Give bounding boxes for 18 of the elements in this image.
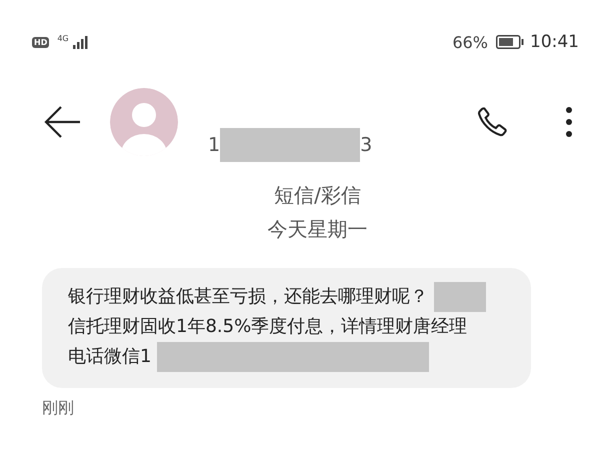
signal-icon <box>72 35 89 49</box>
clock: 10:41 <box>530 32 579 52</box>
back-arrow-icon[interactable] <box>44 105 82 139</box>
hd-badge: HD <box>32 36 50 48</box>
phone-icon[interactable] <box>475 105 509 139</box>
network-label: 4G <box>57 34 69 43</box>
message-line: 电话微信1 <box>68 345 152 369</box>
message-line: 信托理财固收1年8.5%季度付息，详情理财唐经理 <box>68 315 468 339</box>
contact-number: 3 <box>360 134 372 156</box>
more-icon[interactable] <box>565 106 573 138</box>
thread-type: 短信/彩信 <box>273 182 362 209</box>
battery-percent: 66% <box>452 32 488 52</box>
battery-icon <box>496 35 524 49</box>
contact-number: 1 <box>208 134 220 156</box>
thread-date: 今天星期一 <box>266 216 368 243</box>
message-line: 银行理财收益低甚至亏损，还能去哪理财呢？ <box>68 285 428 309</box>
avatar-icon <box>110 88 178 156</box>
message-time: 刚刚 <box>42 398 75 419</box>
